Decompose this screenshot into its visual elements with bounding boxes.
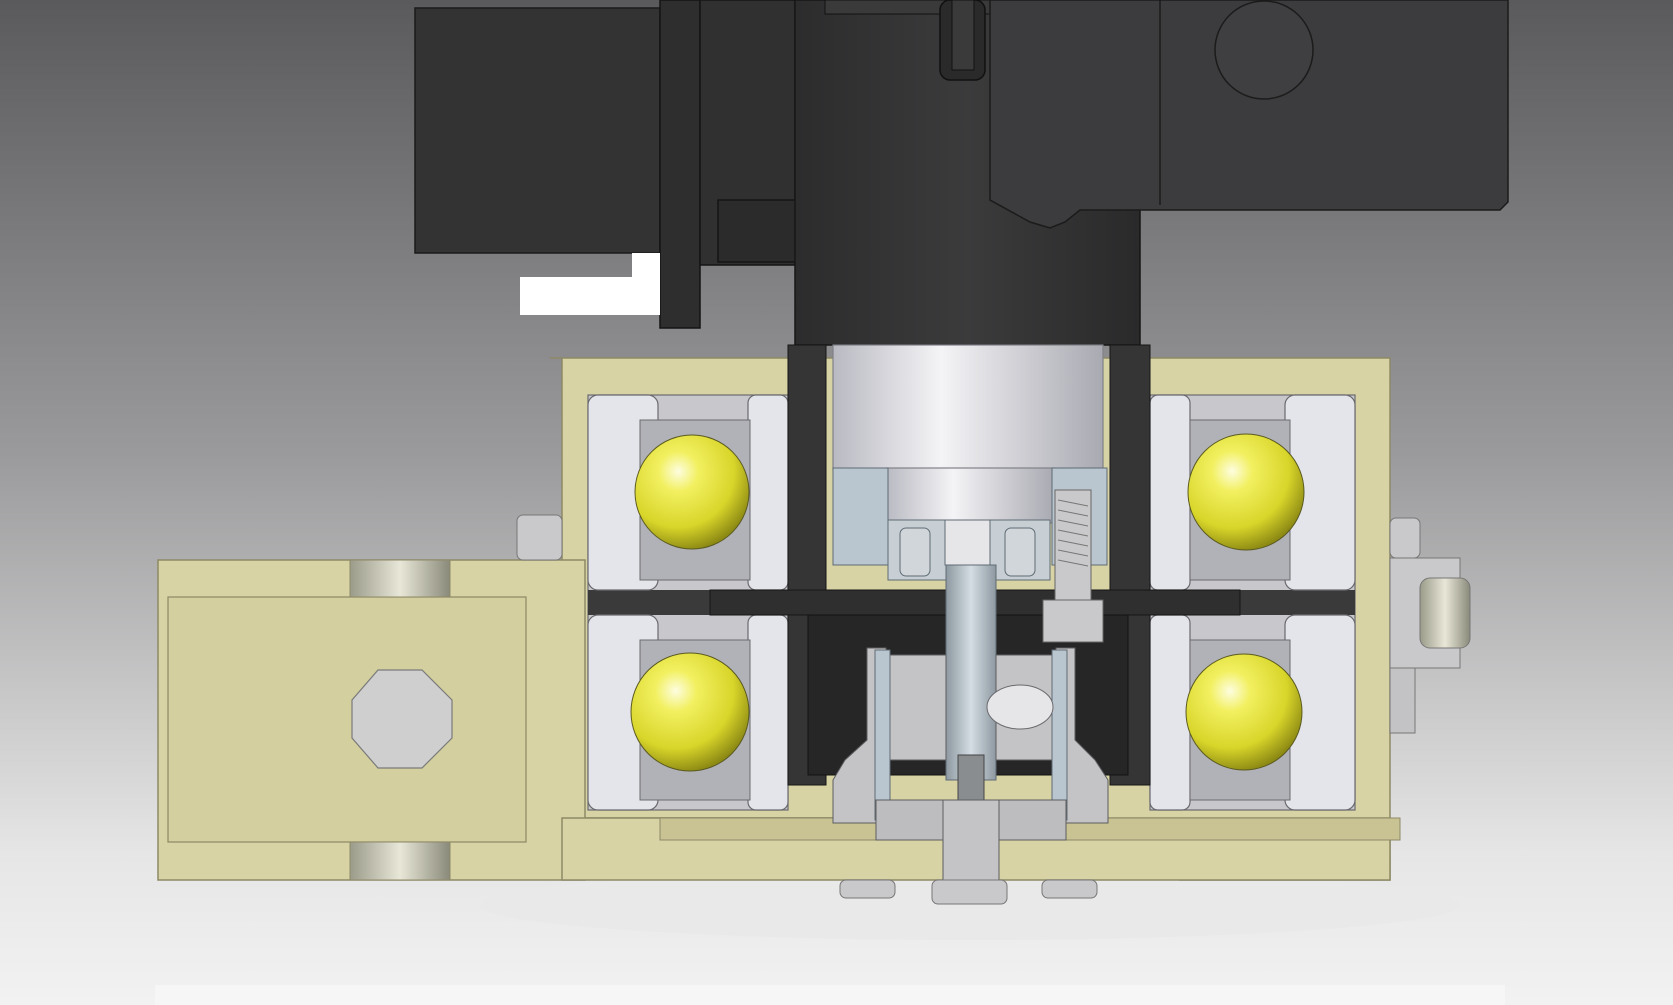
mount-bore-icon (351, 669, 453, 769)
housing-bore-icon (1214, 0, 1314, 100)
bearing-bottom-right (1149, 614, 1356, 811)
cad-section-drawing (0, 0, 1673, 1005)
bearing-top-left (587, 394, 789, 591)
center-shaft (945, 564, 997, 811)
screw-icon (839, 879, 896, 899)
bearing-bottom-left (587, 614, 789, 811)
screw-icon (931, 879, 1008, 905)
left-fastener (516, 514, 563, 561)
bearing-top-right (1149, 394, 1356, 591)
screw-icon (1041, 879, 1098, 899)
ground-plane (155, 985, 1505, 1005)
upper-right-housing (989, 0, 1509, 229)
cad-viewport (0, 0, 1673, 1005)
